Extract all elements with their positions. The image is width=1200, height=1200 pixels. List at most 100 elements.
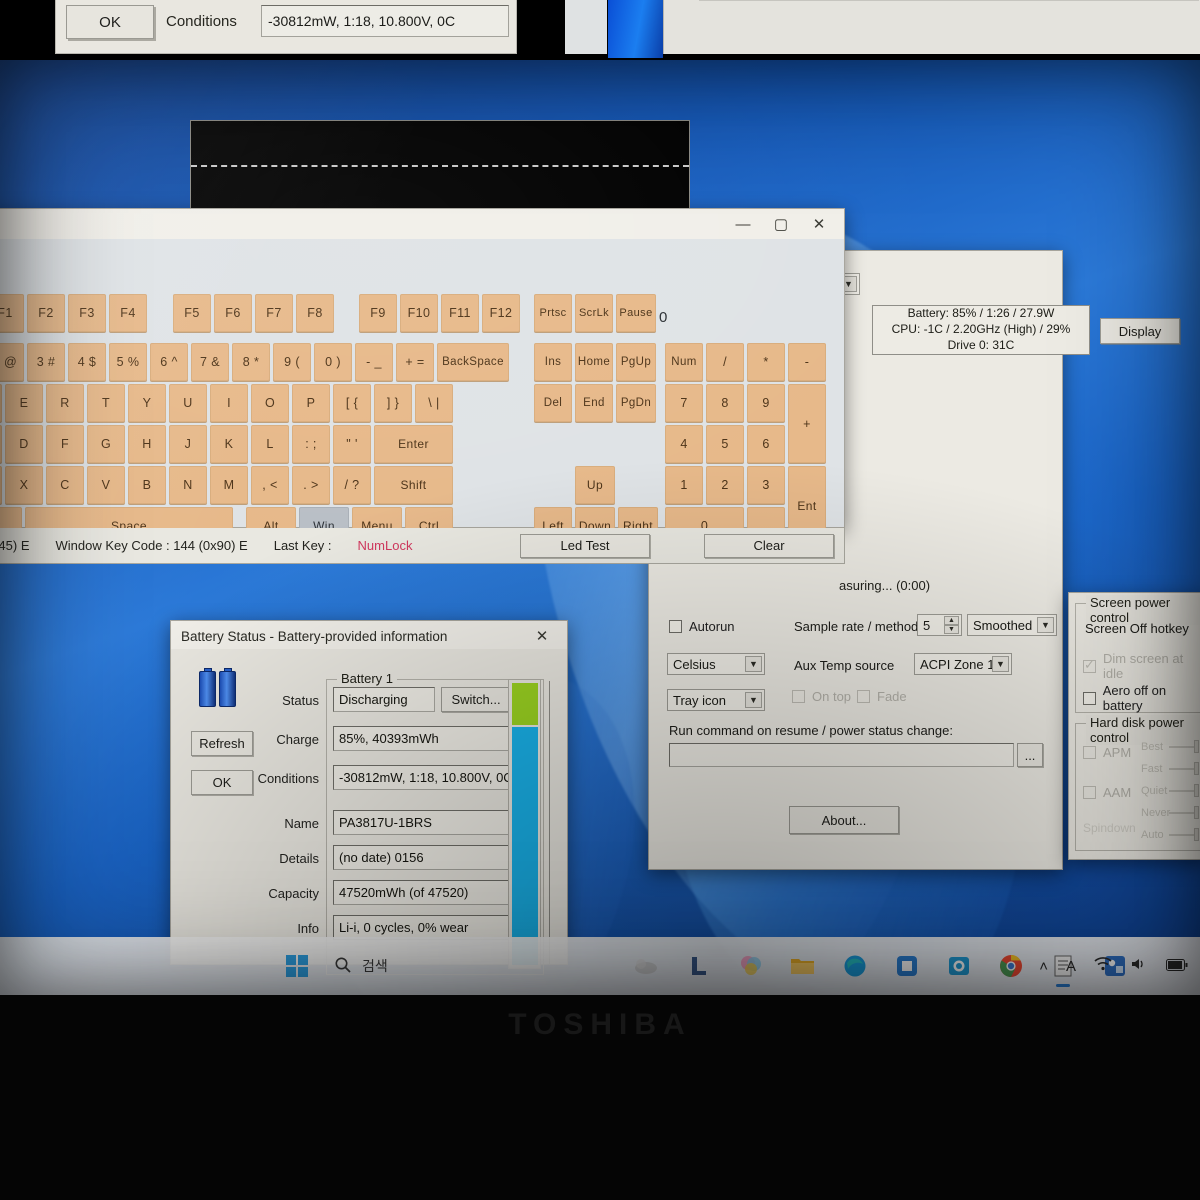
hdd-slider[interactable] bbox=[1169, 740, 1200, 753]
keyboard-test-titlebar[interactable]: st — ▢ ✕ bbox=[0, 209, 844, 239]
speaker-icon[interactable] bbox=[1130, 957, 1148, 975]
weather-icon[interactable] bbox=[632, 951, 662, 981]
key-o[interactable]: O bbox=[251, 384, 289, 422]
key-backspace[interactable]: BackSpace bbox=[437, 343, 509, 381]
key-numpad-9[interactable]: 9 bbox=[747, 384, 785, 422]
key-2[interactable]: 2 @ bbox=[0, 343, 24, 381]
close-icon[interactable]: ✕ bbox=[523, 622, 561, 650]
key-ins[interactable]: Ins bbox=[534, 343, 572, 381]
key-5[interactable]: 5 % bbox=[109, 343, 147, 381]
stepper-arrows-icon[interactable]: ▲ ▼ bbox=[944, 616, 959, 634]
file-explorer-icon[interactable] bbox=[788, 951, 818, 981]
key-0[interactable]: 0 ) bbox=[314, 343, 352, 381]
key-f11[interactable]: F11 bbox=[441, 294, 479, 332]
key-numpad-8[interactable]: 8 bbox=[706, 384, 744, 422]
battery-dialog-titlebar[interactable]: Battery Status - Battery-provided inform… bbox=[171, 621, 567, 651]
key-numpad-1[interactable]: 1 bbox=[665, 466, 703, 504]
key-numpad-4[interactable]: 4 bbox=[665, 425, 703, 463]
fade-checkbox[interactable]: Fade bbox=[857, 689, 907, 704]
key-f12[interactable]: F12 bbox=[482, 294, 520, 332]
keyboard-test-window[interactable]: st — ▢ ✕ st 0 F1 F2 F3 F4 F5 F6 F7 F8 F9… bbox=[0, 208, 845, 545]
key-l[interactable]: L bbox=[251, 425, 289, 463]
key-del[interactable]: Del bbox=[534, 384, 572, 422]
key-x[interactable]: X bbox=[5, 466, 43, 504]
key-quote[interactable]: " ' bbox=[333, 425, 371, 463]
key-numpad-multiply[interactable]: * bbox=[747, 343, 785, 381]
key-z[interactable]: Z bbox=[0, 466, 2, 504]
key-g[interactable]: G bbox=[87, 425, 125, 463]
aux-temp-combo[interactable]: ACPI Zone 1 ▼ bbox=[914, 653, 1012, 675]
key-shift-right[interactable]: Shift bbox=[374, 466, 453, 504]
key-8[interactable]: 8 * bbox=[232, 343, 270, 381]
lenovo-icon[interactable] bbox=[684, 951, 714, 981]
key-f3[interactable]: F3 bbox=[68, 294, 106, 332]
key-numlock[interactable]: Num bbox=[665, 343, 703, 381]
ok-button[interactable]: OK bbox=[191, 770, 253, 795]
key-f4[interactable]: F4 bbox=[109, 294, 147, 332]
on-top-checkbox[interactable]: On top bbox=[792, 689, 851, 704]
store-icon[interactable] bbox=[892, 951, 922, 981]
windows-taskbar[interactable]: 검색 ˄ A bbox=[0, 937, 1200, 995]
key-end[interactable]: End bbox=[575, 384, 613, 422]
key-b[interactable]: B bbox=[128, 466, 166, 504]
key-f10[interactable]: F10 bbox=[400, 294, 438, 332]
key-r[interactable]: R bbox=[46, 384, 84, 422]
key-f9[interactable]: F9 bbox=[359, 294, 397, 332]
about-button[interactable]: About... bbox=[789, 806, 899, 834]
browse-button[interactable]: ... bbox=[1017, 743, 1043, 767]
key-backslash[interactable]: \ | bbox=[415, 384, 453, 422]
key-pgup[interactable]: PgUp bbox=[616, 343, 656, 381]
key-numpad-3[interactable]: 3 bbox=[747, 466, 785, 504]
hdd-slider[interactable] bbox=[1169, 806, 1200, 819]
key-f7[interactable]: F7 bbox=[255, 294, 293, 332]
edge-icon[interactable] bbox=[840, 951, 870, 981]
key-d[interactable]: D bbox=[5, 425, 43, 463]
apm-checkbox[interactable]: APM bbox=[1083, 745, 1131, 760]
key-v[interactable]: V bbox=[87, 466, 125, 504]
key-numpad-2[interactable]: 2 bbox=[706, 466, 744, 504]
key-9[interactable]: 9 ( bbox=[273, 343, 311, 381]
battery-icon[interactable] bbox=[1166, 958, 1188, 975]
key-numpad-plus[interactable]: + bbox=[788, 384, 826, 463]
autorun-checkbox[interactable]: Autorun bbox=[669, 619, 735, 634]
key-k[interactable]: K bbox=[210, 425, 248, 463]
key-slash[interactable]: / ? bbox=[333, 466, 371, 504]
key-i[interactable]: I bbox=[210, 384, 248, 422]
chrome-icon[interactable] bbox=[996, 951, 1026, 981]
taskbar-search[interactable]: 검색 bbox=[334, 956, 388, 977]
key-f5[interactable]: F5 bbox=[173, 294, 211, 332]
key-numpad-6[interactable]: 6 bbox=[747, 425, 785, 463]
key-w[interactable]: W bbox=[0, 384, 2, 422]
run-command-input[interactable] bbox=[669, 743, 1014, 767]
key-f[interactable]: F bbox=[46, 425, 84, 463]
hdd-slider[interactable] bbox=[1169, 784, 1200, 797]
key-p[interactable]: P bbox=[292, 384, 330, 422]
key-period[interactable]: . > bbox=[292, 466, 330, 504]
key-numpad-divide[interactable]: / bbox=[706, 343, 744, 381]
power-control-panel[interactable]: Screen power control Screen Off hotkey D… bbox=[1068, 592, 1200, 860]
key-c[interactable]: C bbox=[46, 466, 84, 504]
chevron-up-icon[interactable]: ˄ bbox=[1039, 958, 1048, 975]
key-n[interactable]: N bbox=[169, 466, 207, 504]
aam-checkbox[interactable]: AAM bbox=[1083, 785, 1131, 800]
key-f6[interactable]: F6 bbox=[214, 294, 252, 332]
sample-rate-stepper[interactable]: 5 ▲ ▼ bbox=[917, 614, 962, 636]
key-minus[interactable]: - _ bbox=[355, 343, 393, 381]
hdd-slider[interactable] bbox=[1169, 828, 1200, 841]
key-4[interactable]: 4 $ bbox=[68, 343, 106, 381]
switch-button[interactable]: Switch... bbox=[441, 687, 511, 712]
key-bracket-right[interactable]: ] } bbox=[374, 384, 412, 422]
tray-icon-combo[interactable]: Tray icon ▼ bbox=[667, 689, 765, 711]
key-s[interactable]: S bbox=[0, 425, 2, 463]
refresh-button[interactable]: Refresh bbox=[191, 731, 253, 756]
key-6[interactable]: 6 ^ bbox=[150, 343, 188, 381]
key-bracket-left[interactable]: [ { bbox=[333, 384, 371, 422]
key-home[interactable]: Home bbox=[575, 343, 613, 381]
maximize-icon[interactable]: ▢ bbox=[762, 210, 800, 238]
key-numpad-5[interactable]: 5 bbox=[706, 425, 744, 463]
key-f2[interactable]: F2 bbox=[27, 294, 65, 332]
key-pgdn[interactable]: PgDn bbox=[616, 384, 656, 422]
clear-button[interactable]: Clear bbox=[704, 533, 834, 558]
start-icon[interactable] bbox=[282, 951, 312, 981]
key-t[interactable]: T bbox=[87, 384, 125, 422]
